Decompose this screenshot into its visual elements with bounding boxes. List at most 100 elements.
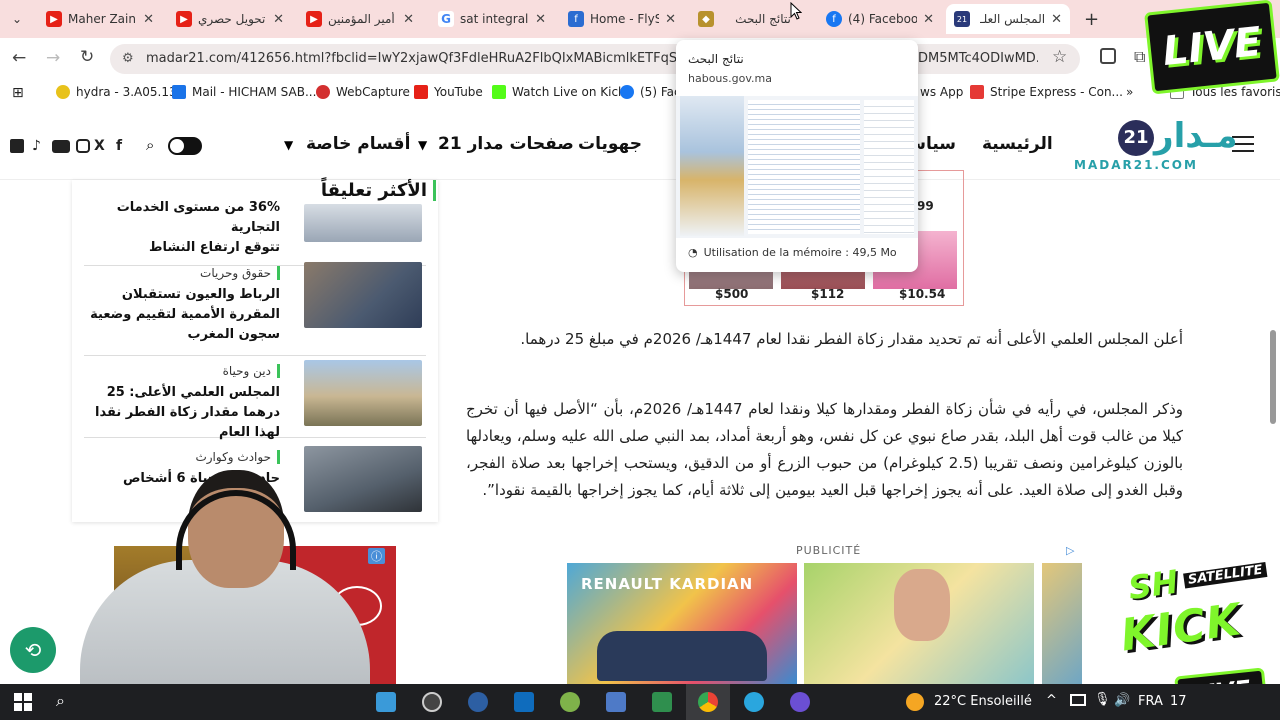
- bookmark[interactable]: ws App: [920, 85, 963, 99]
- nav-regions[interactable]: جهويات: [578, 134, 642, 154]
- browser-tab[interactable]: f Home - FlyS ✕: [560, 4, 684, 34]
- bookmark-label: hydra - 3.A05.13: [76, 85, 177, 99]
- taskbar-app-icon[interactable]: [376, 692, 396, 712]
- nav-special-sections[interactable]: أقسام خاصة: [306, 134, 410, 154]
- ad-price: 99: [917, 199, 934, 213]
- site-logo[interactable]: 21 مـدار MADAR21.COM: [1074, 114, 1238, 174]
- facebook-icon: f: [826, 11, 842, 27]
- list-item[interactable]: دين وحياة المجلس العلمي الأعلى: 25 درهما…: [84, 358, 426, 440]
- tab-search-button[interactable]: ⌄: [4, 4, 34, 34]
- category-label[interactable]: حوادث وكوارث: [195, 450, 280, 464]
- search-icon[interactable]: ⌕: [56, 691, 65, 711]
- close-icon[interactable]: ✕: [1051, 12, 1062, 27]
- list-item[interactable]: حقوق وحريات الرباط والعيون تستقبلان المق…: [84, 260, 426, 356]
- thumbnail-image[interactable]: [304, 262, 422, 328]
- fashion-ad[interactable]: [804, 563, 1034, 684]
- chevron-up-icon[interactable]: ^: [1046, 693, 1057, 708]
- telegram-icon[interactable]: [744, 692, 764, 712]
- bookmark[interactable]: hydra - 3.A05.13: [56, 85, 177, 99]
- adchoices-icon[interactable]: ⓘ: [368, 548, 385, 564]
- nav-madar-pages[interactable]: صفحات مدار 21: [438, 134, 574, 154]
- forward-arrow-icon[interactable]: →: [46, 48, 60, 68]
- bookmark[interactable]: WebCapture: [316, 85, 410, 99]
- bookmark[interactable]: YouTube: [414, 85, 483, 99]
- article-title[interactable]: المجلس العلمي الأعلى: 25 درهما مقدار زكا…: [82, 383, 280, 443]
- screenshot-icon[interactable]: [1100, 48, 1116, 64]
- close-icon[interactable]: ✕: [923, 12, 934, 27]
- url-text: madar21.com/412656.html?fbclid=IwY2xjawQ…: [146, 51, 743, 66]
- close-icon[interactable]: ✕: [535, 12, 546, 27]
- ad-price: $10.54: [899, 287, 946, 301]
- nav-home[interactable]: الرئيسية: [982, 134, 1053, 154]
- taskbar-app-icon[interactable]: [652, 692, 672, 712]
- weather-text[interactable]: 22°C Ensoleillé: [934, 694, 1032, 709]
- tab-preview-image: [676, 96, 918, 238]
- article-title[interactable]: تتوقع ارتفاع النشاط: [82, 238, 280, 258]
- bookmark[interactable]: Watch Live on Kick: [492, 85, 625, 99]
- page-scrollbar[interactable]: [1270, 330, 1276, 424]
- facebook-icon[interactable]: f: [116, 138, 122, 154]
- reload-icon[interactable]: ↻: [80, 47, 94, 67]
- browser-tab-active[interactable]: 21 المجلس العلـ ✕: [946, 4, 1070, 34]
- preview-sidebar: [680, 96, 744, 236]
- clock[interactable]: 17: [1170, 694, 1187, 709]
- tiktok-icon[interactable]: ♪: [32, 138, 41, 154]
- instagram-icon[interactable]: [76, 139, 90, 153]
- browser-tab[interactable]: G sat integral ✕: [430, 4, 554, 34]
- memory-text: Utilisation de la mémoire : 49,5 Mo: [703, 246, 897, 259]
- bookmark[interactable]: Mail - HICHAM SAB...: [172, 85, 316, 99]
- microphone-icon[interactable]: 🎙: [1094, 692, 1111, 707]
- language-indicator[interactable]: FRA: [1138, 694, 1163, 709]
- youtube-icon[interactable]: [52, 140, 70, 153]
- kick-sub: SATELLITE: [1183, 562, 1268, 589]
- taskbar-app-icon[interactable]: [790, 692, 810, 712]
- adchoices-icon[interactable]: ▷: [1066, 544, 1074, 557]
- back-arrow-icon[interactable]: ←: [12, 48, 26, 68]
- close-icon[interactable]: ✕: [143, 12, 154, 27]
- chrome-icon[interactable]: [698, 692, 718, 712]
- renault-ad[interactable]: RENAULT KARDIAN: [567, 563, 797, 684]
- ad-next-slide[interactable]: [1042, 563, 1082, 684]
- new-tab-button[interactable]: +: [1076, 4, 1104, 34]
- hover-title: نتائج البحث: [688, 52, 744, 66]
- taskbar-app-icon[interactable]: [514, 692, 534, 712]
- more-bookmarks-icon[interactable]: »: [1126, 85, 1133, 99]
- category-label[interactable]: دين وحياة: [223, 364, 280, 378]
- site-info-icon[interactable]: ⚙: [122, 44, 134, 74]
- live-text: LIVE: [1160, 18, 1264, 76]
- close-icon[interactable]: ✕: [403, 12, 414, 27]
- taskbar-app-icon[interactable]: [560, 692, 580, 712]
- nav-politics[interactable]: سياسة: [912, 134, 956, 154]
- x-twitter-icon[interactable]: X: [94, 138, 105, 154]
- article-title[interactable]: الرباط والعيون تستقبلان المقررة الأممية …: [82, 285, 280, 345]
- google-icon: G: [438, 11, 454, 27]
- dark-mode-toggle[interactable]: [168, 137, 202, 155]
- bookmark[interactable]: Stripe Express - Con...: [970, 85, 1123, 99]
- linkedin-icon[interactable]: [10, 139, 24, 153]
- browser-tab[interactable]: ▶ Maher Zain ✕: [38, 4, 162, 34]
- category-label[interactable]: حقوق وحريات: [200, 266, 280, 280]
- share-icon[interactable]: ⟲: [10, 627, 56, 673]
- apps-grid-icon[interactable]: ⊞: [12, 85, 24, 101]
- close-icon[interactable]: ✕: [665, 12, 676, 27]
- taskbar-app-icon[interactable]: [468, 692, 488, 712]
- browser-tab[interactable]: f (4) Facebook ✕: [818, 4, 942, 34]
- logo-text: مـدار: [1154, 116, 1238, 156]
- network-icon[interactable]: [1070, 694, 1086, 706]
- preview-content: [748, 100, 860, 234]
- search-icon[interactable]: ⌕: [146, 136, 154, 154]
- windows-start-icon[interactable]: [14, 693, 32, 711]
- taskbar-app-icon[interactable]: [422, 692, 442, 712]
- browser-tab[interactable]: ▶ تحويل حصري ✕: [168, 4, 292, 34]
- thumbnail-image[interactable]: [304, 204, 422, 242]
- close-icon[interactable]: ✕: [273, 12, 284, 27]
- calculator-icon[interactable]: [606, 692, 626, 712]
- article-title[interactable]: 36% من مستوى الخدمات التجارية: [82, 198, 280, 238]
- browser-tab[interactable]: ▶ أمير المؤمنين ✕: [298, 4, 422, 34]
- thumbnail-image[interactable]: [304, 360, 422, 426]
- webcam-overlay: [80, 470, 370, 690]
- extensions-icon[interactable]: ⧉: [1134, 47, 1145, 67]
- list-item[interactable]: 36% من مستوى الخدمات التجارية تتوقع ارتف…: [82, 200, 426, 266]
- volume-icon[interactable]: 🔊: [1114, 693, 1130, 708]
- star-icon[interactable]: ☆: [1052, 47, 1067, 67]
